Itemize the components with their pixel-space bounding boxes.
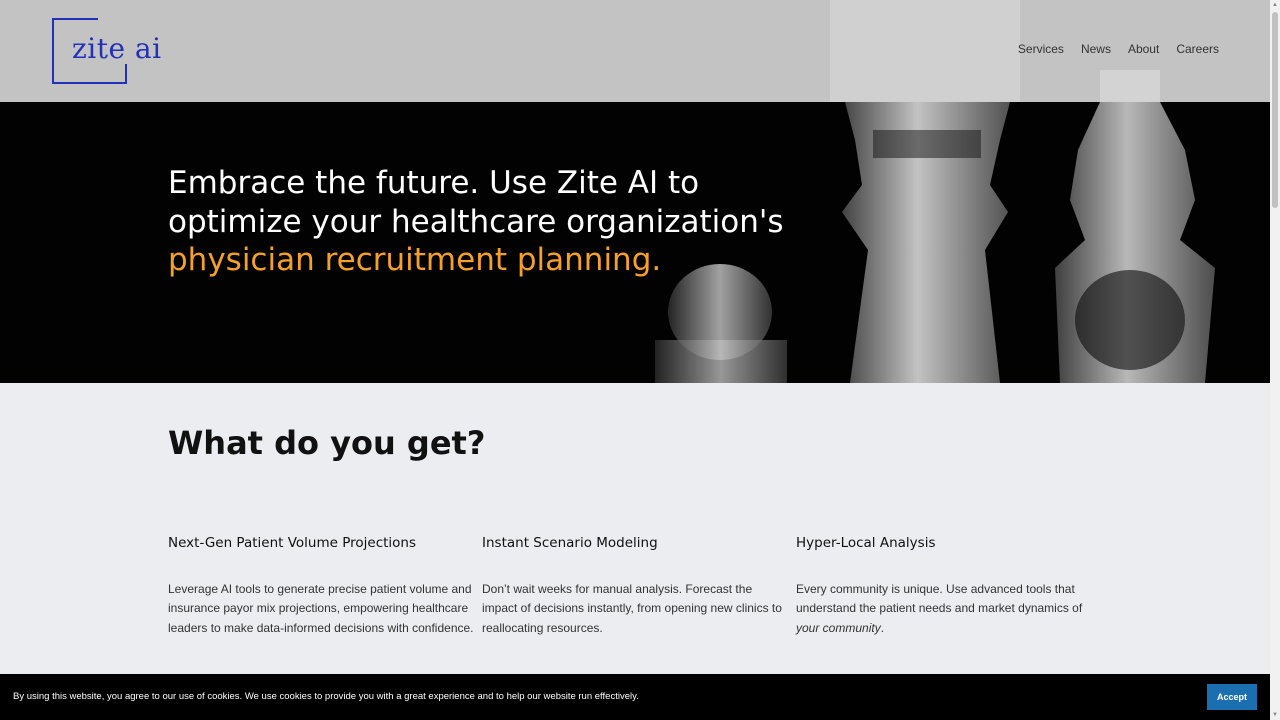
scroll-thumb[interactable] — [1272, 12, 1278, 208]
scroll-down-icon[interactable]: ▼ — [1271, 711, 1279, 719]
nav-services[interactable]: Services — [1018, 42, 1064, 56]
logo-text: zite ai — [72, 32, 162, 65]
feature-card-projections: Next-Gen Patient Volume Projections Leve… — [168, 535, 476, 638]
logo[interactable]: zite ai — [52, 18, 161, 84]
feature-body: Every community is unique. Use advanced … — [796, 580, 1096, 638]
feature-body-end: . — [880, 620, 885, 635]
site-header: zite ai Services News About Careers — [0, 0, 1270, 102]
nav-about[interactable]: About — [1128, 42, 1159, 56]
feature-card-local: Hyper-Local Analysis Every community is … — [796, 535, 1096, 638]
nav-careers[interactable]: Careers — [1176, 42, 1219, 56]
feature-body-emphasis: your community — [796, 620, 881, 635]
scroll-up-icon[interactable]: ▲ — [1271, 1, 1279, 9]
hero-headline-accent: physician recruitment planning. — [168, 242, 662, 278]
hero-headline: Embrace the future. Use Zite AI to optim… — [168, 164, 818, 280]
feature-body-text: Every community is unique. Use advanced … — [796, 582, 1083, 616]
feature-title: Next-Gen Patient Volume Projections — [168, 535, 417, 551]
scrollbar[interactable]: ▲ ▼ — [1270, 0, 1280, 720]
accept-cookies-button[interactable]: Accept — [1207, 684, 1257, 710]
feature-body: Don’t wait weeks for manual analysis. Fo… — [482, 582, 782, 635]
benefits-title: What do you get? — [168, 424, 486, 462]
feature-body: Leverage AI tools to generate precise pa… — [168, 582, 474, 635]
nav-news[interactable]: News — [1081, 42, 1111, 56]
cookie-banner: By using this website, you agree to our … — [0, 674, 1270, 720]
cookie-text: By using this website, you agree to our … — [13, 691, 639, 702]
hero-headline-main: Embrace the future. Use Zite AI to optim… — [168, 165, 784, 240]
feature-card-scenario: Instant Scenario Modeling Don’t wait wee… — [482, 535, 790, 638]
main-nav: Services News About Careers — [1018, 42, 1219, 56]
feature-title: Hyper-Local Analysis — [796, 535, 936, 551]
feature-title: Instant Scenario Modeling — [482, 535, 658, 551]
